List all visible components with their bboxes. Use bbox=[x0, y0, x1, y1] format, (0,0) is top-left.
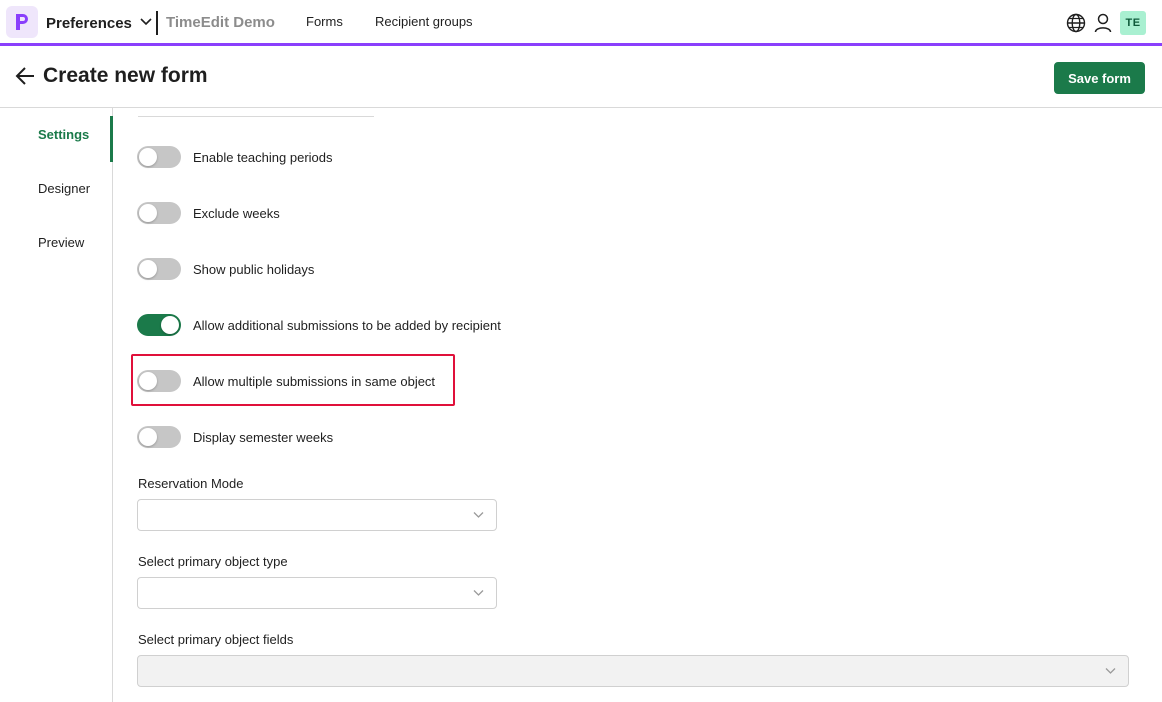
reservation-mode-label: Reservation Mode bbox=[138, 476, 244, 491]
chevron-down-icon bbox=[1105, 668, 1116, 674]
chevron-down-icon bbox=[473, 512, 484, 518]
toggle-row-additional-submissions: Allow additional submissions to be added… bbox=[137, 313, 501, 337]
sidebar-item-settings[interactable]: Settings bbox=[38, 127, 89, 142]
display-semester-weeks-toggle[interactable] bbox=[137, 426, 181, 448]
exclude-weeks-toggle[interactable] bbox=[137, 202, 181, 224]
toggle-row-multiple-submissions: Allow multiple submissions in same objec… bbox=[137, 369, 435, 393]
user-badge[interactable]: TE bbox=[1120, 11, 1146, 35]
chevron-down-icon bbox=[473, 590, 484, 596]
divider bbox=[138, 116, 374, 117]
side-nav: Settings Designer Preview bbox=[0, 108, 113, 702]
primary-object-type-select[interactable] bbox=[137, 577, 497, 609]
org-name: TimeEdit Demo bbox=[166, 14, 275, 31]
page-title: Create new form bbox=[43, 64, 208, 87]
toggle-label: Enable teaching periods bbox=[193, 149, 333, 165]
app-name: Preferences bbox=[46, 14, 132, 32]
user-icon[interactable] bbox=[1094, 13, 1112, 33]
toggle-label: Show public holidays bbox=[193, 261, 315, 277]
primary-object-fields-select[interactable] bbox=[137, 655, 1129, 687]
reservation-mode-select[interactable] bbox=[137, 499, 497, 531]
toggle-row-exclude-weeks: Exclude weeks bbox=[137, 201, 280, 225]
active-indicator bbox=[110, 116, 113, 162]
sidebar-item-designer[interactable]: Designer bbox=[38, 181, 90, 196]
logo-icon[interactable] bbox=[6, 6, 38, 38]
enable-teaching-periods-toggle[interactable] bbox=[137, 146, 181, 168]
allow-multiple-submissions-toggle[interactable] bbox=[137, 370, 181, 392]
toggle-row-semester-weeks: Display semester weeks bbox=[137, 425, 333, 449]
nav-forms[interactable]: Forms bbox=[306, 14, 343, 29]
show-public-holidays-toggle[interactable] bbox=[137, 258, 181, 280]
toggle-label: Allow multiple submissions in same objec… bbox=[193, 373, 436, 389]
globe-icon[interactable] bbox=[1066, 13, 1086, 33]
top-bar: Preferences TimeEdit Demo Forms Recipien… bbox=[0, 0, 1162, 46]
back-arrow-icon[interactable] bbox=[14, 65, 36, 87]
primary-object-fields-label: Select primary object fields bbox=[138, 632, 294, 647]
allow-additional-submissions-toggle[interactable] bbox=[137, 314, 181, 336]
divider bbox=[156, 11, 158, 35]
toggle-label: Display semester weeks bbox=[193, 429, 334, 445]
chevron-down-icon bbox=[140, 18, 152, 26]
toggle-row-teaching-periods: Enable teaching periods bbox=[137, 145, 333, 169]
sidebar-item-preview[interactable]: Preview bbox=[38, 235, 84, 250]
toggle-row-public-holidays: Show public holidays bbox=[137, 257, 314, 281]
app-switcher[interactable]: Preferences bbox=[46, 12, 152, 34]
toggle-label: Exclude weeks bbox=[193, 205, 280, 221]
save-form-button[interactable]: Save form bbox=[1054, 62, 1145, 94]
nav-recipient-groups[interactable]: Recipient groups bbox=[375, 14, 473, 29]
toggle-label: Allow additional submissions to be added… bbox=[193, 317, 501, 333]
primary-object-type-label: Select primary object type bbox=[138, 554, 288, 569]
page-header: Create new form Save form bbox=[0, 49, 1162, 108]
